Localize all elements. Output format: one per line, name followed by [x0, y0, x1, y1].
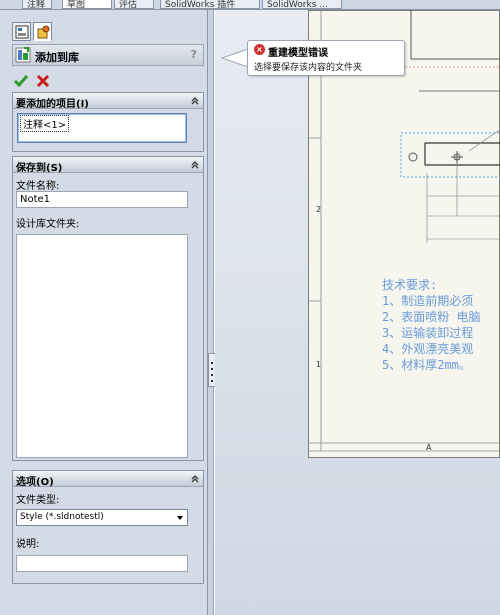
tab-solidworks-more[interactable]: SolidWorks ... [262, 0, 342, 9]
save-to-header[interactable]: 保存到(S) [13, 157, 203, 174]
file-name-input[interactable]: Note1 [16, 191, 188, 208]
drawing-sheet[interactable] [308, 10, 500, 458]
help-button[interactable]: ? [191, 48, 197, 61]
items-to-add-header[interactable]: 要添加的项目(I) [13, 93, 203, 110]
drawing-lines [309, 11, 500, 452]
tab-solidworks-addins[interactable]: SolidWorks 插件 [160, 0, 260, 9]
items-to-add-group: 要添加的项目(I) 注释<1> [12, 92, 204, 152]
options-group: 选项(O) 文件类型: Style (*.sldnotestl) 说明: [12, 470, 204, 584]
file-name-label: 文件名称: [16, 181, 60, 192]
save-to-title: 保存到(S) [16, 163, 63, 174]
configuration-icon [37, 25, 50, 39]
tab-annotation[interactable]: 注释 [22, 0, 52, 9]
ok-button[interactable] [13, 73, 29, 89]
zone-label: 2 [316, 205, 322, 214]
note-line: 4、外观漂亮美观 [382, 342, 474, 356]
tab-evaluate[interactable]: 评估 [114, 0, 154, 9]
note-line: 2、表面喷粉 电脑 [382, 310, 481, 324]
rebuild-error-tooltip: × 重建模型错误 选择要保存该内容的文件夹 [247, 40, 405, 76]
items-to-add-title: 要添加的项目(I) [16, 99, 89, 110]
chevron-down-icon [177, 516, 183, 520]
file-type-select[interactable]: Style (*.sldnotestl) [16, 509, 188, 526]
check-icon [13, 75, 29, 88]
design-library-folder-tree[interactable] [16, 234, 188, 458]
options-header[interactable]: 选项(O) [13, 471, 203, 488]
items-list[interactable]: 注释<1> [17, 113, 187, 143]
description-label: 说明: [16, 539, 40, 550]
file-type-label: 文件类型: [16, 495, 60, 506]
file-type-value: Style (*.sldnotestl) [20, 512, 104, 522]
note-line: 3、运输装卸过程 [382, 326, 474, 340]
property-manager-icon [15, 25, 29, 39]
options-title: 选项(O) [16, 477, 54, 488]
tooltip-tail [221, 48, 249, 68]
configuration-tab[interactable] [33, 22, 52, 41]
property-manager-panel: 添加到库 ? 要添加的项目(I) 注释<1> 保存到(S) 文件名称: Note… [0, 10, 208, 615]
property-manager-tab[interactable] [12, 22, 31, 41]
save-to-group: 保存到(S) 文件名称: Note1 设计库文件夹: [12, 156, 204, 461]
tooltip-message: 选择要保存该内容的文件夹 [254, 63, 363, 73]
collapse-chevron-icon[interactable] [189, 159, 201, 171]
panel-title-bar: 添加到库 ? [12, 44, 204, 66]
zone-label: 1 [316, 360, 322, 369]
panel-title: 添加到库 [35, 51, 79, 64]
list-item[interactable]: 注释<1> [20, 115, 70, 132]
error-icon: × [254, 44, 265, 55]
design-library-folder-label: 设计库文件夹: [16, 219, 80, 230]
collapse-chevron-icon[interactable] [189, 95, 201, 107]
cancel-button[interactable] [35, 73, 51, 89]
note-line: 技术要求: [382, 278, 438, 292]
close-icon [36, 74, 50, 88]
panel-splitter[interactable] [208, 10, 214, 615]
tooltip-title: 重建模型错误 [268, 48, 328, 59]
technical-requirements-note[interactable]: 技术要求: 1、制造前期必须 2、表面喷粉 电脑 3、运输装卸过程 4、外观漂亮… [382, 277, 480, 373]
description-input[interactable] [16, 555, 188, 572]
command-manager-tabs: 注释 草图 评估 SolidWorks 插件 SolidWorks ... [0, 0, 500, 10]
note-line: 1、制造前期必须 [382, 294, 474, 308]
collapse-chevron-icon[interactable] [189, 473, 201, 485]
note-line: 5、材料厚2mm。 [382, 358, 471, 372]
tab-sketch[interactable]: 草图 [62, 0, 112, 9]
zone-label: A [426, 443, 432, 452]
add-to-library-icon [15, 47, 31, 63]
